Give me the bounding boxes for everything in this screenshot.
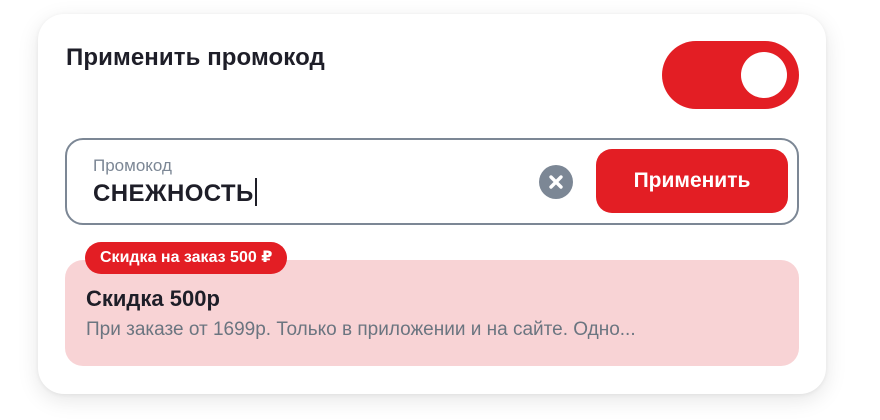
promo-input-text: СНЕЖНОСТЬ	[93, 180, 254, 207]
clear-input-button[interactable]	[539, 165, 573, 199]
toggle-knob	[741, 52, 787, 98]
promo-input-label: Промокод	[93, 156, 172, 175]
promo-code-card: Применить промокод Промокод СНЕЖНОСТЬ Пр…	[38, 14, 826, 394]
text-caret	[254, 178, 257, 206]
offer-card[interactable]: Скидка 500р При заказе от 1699р. Только …	[65, 260, 799, 366]
close-icon	[549, 175, 563, 189]
promo-input-field[interactable]: Промокод СНЕЖНОСТЬ Применить	[65, 138, 799, 225]
offer-badge: Скидка на заказ 500 ₽	[85, 242, 288, 274]
apply-button[interactable]: Применить	[596, 149, 788, 213]
promo-toggle[interactable]	[662, 41, 799, 109]
offer-description: При заказе от 1699р. Только в приложении…	[86, 319, 636, 340]
promo-input-value[interactable]: СНЕЖНОСТЬ	[93, 178, 257, 208]
offer-title: Скидка 500р	[86, 286, 220, 311]
promo-title: Применить промокод	[66, 44, 325, 71]
